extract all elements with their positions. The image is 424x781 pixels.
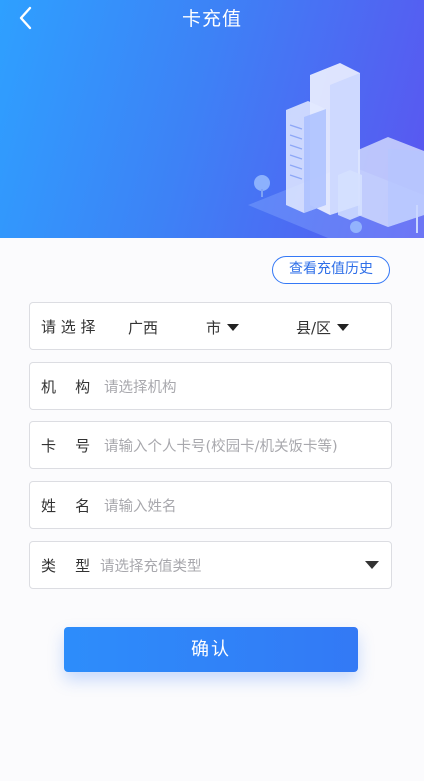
card-number-input[interactable]: 请输入个人卡号(校园卡/机关饭卡等) xyxy=(104,435,338,456)
institution-label: 机 构 xyxy=(41,378,91,396)
province-value: 广西 xyxy=(128,319,159,337)
recharge-type-label: 类 型 xyxy=(41,557,91,575)
navbar: 卡充值 xyxy=(0,0,424,40)
card-number-field[interactable]: 卡 号 请输入个人卡号(校园卡/机关饭卡等) xyxy=(29,421,392,469)
view-history-button[interactable]: 查看充值历史 xyxy=(272,256,390,284)
county-value: 县/区 xyxy=(296,319,332,337)
header-banner: 卡充值 xyxy=(0,0,424,238)
card-number-label: 卡 号 xyxy=(41,437,91,455)
institution-input[interactable]: 请选择机构 xyxy=(104,376,177,397)
recharge-type-select[interactable]: 请选择充值类型 xyxy=(100,555,202,576)
county-select[interactable]: 县/区 xyxy=(296,317,350,338)
type-dropdown-icon[interactable] xyxy=(365,561,379,569)
recharge-type-field[interactable]: 类 型 请选择充值类型 xyxy=(29,541,392,589)
name-label: 姓 名 xyxy=(41,497,91,515)
city-illustration xyxy=(248,63,424,238)
institution-field[interactable]: 机 构 请选择机构 xyxy=(29,362,392,410)
province-select[interactable]: 广西 xyxy=(128,317,158,338)
city-dropdown-icon xyxy=(227,323,240,331)
page-title: 卡充值 xyxy=(181,8,242,30)
city-value: 市 xyxy=(206,319,222,337)
region-selector: 请 选 择 广西 市 县/区 xyxy=(29,302,392,350)
county-dropdown-icon xyxy=(337,323,350,331)
name-field[interactable]: 姓 名 请输入姓名 xyxy=(29,481,392,529)
city-select[interactable]: 市 xyxy=(206,317,240,338)
confirm-button[interactable]: 确认 xyxy=(64,627,358,672)
region-label: 请 选 择 xyxy=(41,318,96,336)
name-input[interactable]: 请输入姓名 xyxy=(104,495,177,516)
